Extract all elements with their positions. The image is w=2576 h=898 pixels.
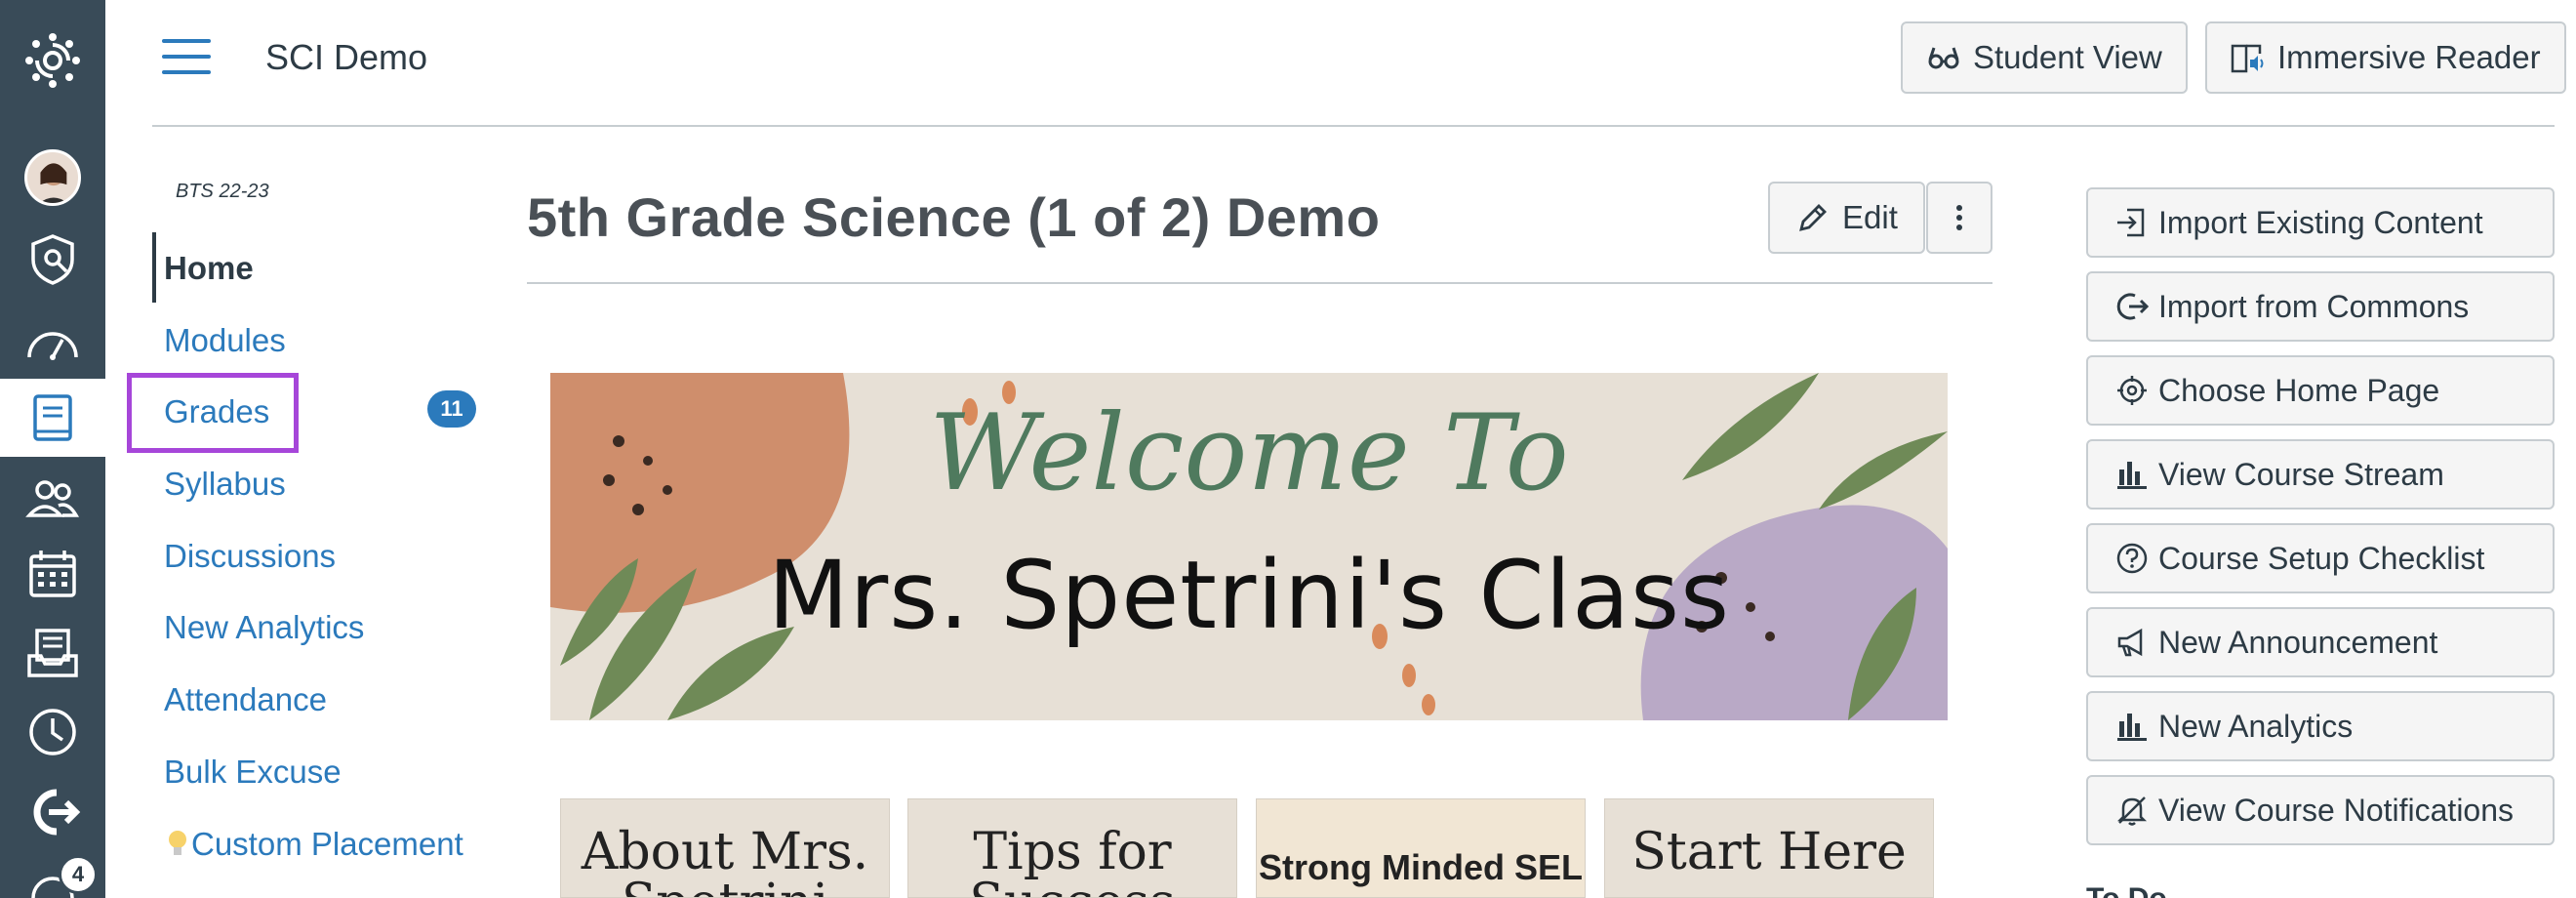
import-from-commons-button[interactable]: Import from Commons: [2086, 271, 2555, 342]
canvas-logo-icon[interactable]: [0, 21, 105, 100]
course-setup-checklist-button[interactable]: Course Setup Checklist: [2086, 523, 2555, 593]
import-existing-content-label: Import Existing Content: [2158, 204, 2483, 240]
student-view-button[interactable]: Student View: [1901, 21, 2188, 94]
term-label: BTS 22-23: [176, 181, 269, 202]
inbox-nav-item[interactable]: [0, 615, 105, 693]
bell-icon: [2116, 796, 2148, 826]
kebab-menu-icon: [1956, 205, 1962, 230]
page-title: 5th Grade Science (1 of 2) Demo: [527, 186, 1381, 248]
view-course-stream-button[interactable]: View Course Stream: [2086, 439, 2555, 510]
title-divider: [527, 282, 1992, 284]
view-course-stream-label: View Course Stream: [2158, 456, 2444, 492]
commons-icon: [33, 789, 81, 836]
target-icon: [2117, 376, 2147, 405]
view-course-notifications-button[interactable]: View Course Notifications: [2086, 775, 2555, 845]
tile-sel-label: Strong Minded SEL: [1259, 847, 1583, 887]
dashboard-nav-item[interactable]: [0, 305, 105, 383]
logo-icon: [25, 33, 80, 88]
account-nav-item[interactable]: [0, 139, 105, 217]
course-nav-custom-placement[interactable]: Custom Placement: [166, 826, 463, 863]
bar-chart-icon: [2117, 462, 2147, 489]
commons-icon: [2116, 293, 2149, 320]
course-nav-attendance[interactable]: Attendance: [164, 681, 327, 718]
courses-icon: [33, 394, 72, 441]
import-icon: [2117, 208, 2145, 237]
glasses-icon: [1928, 47, 1959, 69]
history-icon: [29, 709, 76, 755]
banner-main-text: Mrs. Spetrini's Class: [767, 541, 1731, 650]
import-from-commons-label: Import from Commons: [2158, 288, 2470, 324]
admin-icon: [31, 234, 74, 285]
todo-heading: To Do: [2086, 882, 2167, 898]
course-nav-bulk-excuse[interactable]: Bulk Excuse: [164, 754, 342, 791]
calendar-icon: [29, 551, 76, 597]
bar-chart-icon: [2117, 714, 2147, 741]
tile-sel[interactable]: Strong Minded SEL: [1256, 798, 1586, 898]
question-icon: [2116, 543, 2148, 574]
calendar-nav-item[interactable]: [0, 535, 105, 613]
edit-label: Edit: [1842, 199, 1898, 235]
help-badge: 4: [59, 855, 98, 894]
choose-home-page-button[interactable]: Choose Home Page: [2086, 355, 2555, 426]
course-nav-syllabus[interactable]: Syllabus: [164, 466, 286, 503]
groups-nav-item[interactable]: [0, 459, 105, 537]
custom-placement-label: Custom Placement: [191, 826, 463, 862]
courses-nav-item[interactable]: [0, 379, 105, 457]
tile-start-here[interactable]: Start Here: [1604, 798, 1934, 898]
commons-nav-item[interactable]: [0, 773, 105, 851]
banner-script-text: Welcome To: [929, 392, 1569, 514]
choose-home-page-label: Choose Home Page: [2158, 372, 2440, 408]
inbox-icon: [27, 629, 78, 677]
student-view-label: Student View: [1973, 39, 2162, 75]
course-nav-home[interactable]: Home: [164, 250, 254, 287]
welcome-banner-image: Welcome To Mrs. Spetrini's Class: [550, 373, 1948, 720]
course-nav-discussions[interactable]: Discussions: [164, 538, 336, 575]
more-options-button[interactable]: [1926, 182, 1992, 254]
course-nav-modules[interactable]: Modules: [164, 322, 286, 359]
admin-nav-item[interactable]: [0, 221, 105, 299]
breadcrumb-course-name[interactable]: SCI Demo: [265, 37, 427, 78]
new-analytics-button[interactable]: New Analytics: [2086, 691, 2555, 761]
avatar: [24, 149, 81, 206]
header-divider: [152, 125, 2555, 127]
import-existing-content-button[interactable]: Import Existing Content: [2086, 187, 2555, 258]
view-course-notifications-label: View Course Notifications: [2158, 792, 2515, 828]
tile-start-here-label: Start Here: [1631, 823, 1907, 881]
global-nav: 4: [0, 0, 105, 898]
tile-tips[interactable]: Tips for Success: [907, 798, 1237, 898]
groups-icon: [25, 480, 80, 517]
course-setup-checklist-label: Course Setup Checklist: [2158, 540, 2485, 576]
new-analytics-label: New Analytics: [2158, 708, 2354, 744]
immersive-reader-icon: [2231, 44, 2264, 73]
active-indicator: [152, 232, 156, 303]
new-announcement-button[interactable]: New Announcement: [2086, 607, 2555, 677]
grades-count-badge: 11: [427, 390, 476, 428]
history-nav-item[interactable]: [0, 693, 105, 771]
course-menu-toggle-icon[interactable]: [162, 39, 211, 78]
tile-about[interactable]: About Mrs. Spetrini: [560, 798, 890, 898]
dashboard-icon: [27, 332, 78, 360]
grades-highlight-box: [127, 373, 299, 453]
pencil-icon: [1799, 204, 1827, 231]
immersive-reader-label: Immersive Reader: [2277, 39, 2541, 75]
course-nav-new-analytics[interactable]: New Analytics: [164, 609, 364, 646]
tile-tips-label: Tips for Success: [969, 823, 1176, 897]
megaphone-icon: [2117, 628, 2143, 657]
immersive-reader-button[interactable]: Immersive Reader: [2205, 21, 2566, 94]
edit-button[interactable]: Edit: [1768, 182, 1925, 254]
new-announcement-label: New Announcement: [2158, 624, 2438, 660]
tile-about-label: About Mrs. Spetrini: [581, 823, 869, 897]
lightbulb-icon: [169, 831, 186, 855]
